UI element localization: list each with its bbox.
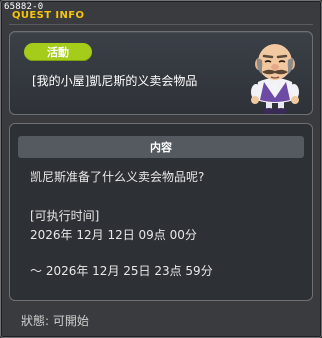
start-time: 2026年 12月 12日 09点 00分 [30,228,197,242]
content-header: 内容 [18,136,304,158]
quest-name: [我的小屋]凱尼斯的义卖会物品 [32,74,198,88]
window-title: QUEST INFO [12,10,85,21]
quest-category-badge: 活動 [24,43,92,61]
title-divider [9,24,313,25]
npc-bald-mustache-man-icon [251,44,299,114]
quest-content-panel: 内容 凯尼斯准备了什么义卖会物品呢? [可执行时间] 2026年 12月 12日… [9,123,313,301]
time-label: [可执行时间] [30,209,100,223]
quest-summary-panel: 活動 [我的小屋]凱尼斯的义卖会物品 [9,31,313,115]
quest-description: 凯尼斯准备了什么义卖会物品呢? [30,170,205,184]
quest-status: 狀態: 可開始 [21,314,89,328]
end-time: ～ 2026年 12月 25日 23点 59分 [30,264,213,278]
quest-info-window: 65882-0 QUEST INFO 活動 [我的小屋]凱尼斯的义卖会物品 内容… [0,0,322,338]
